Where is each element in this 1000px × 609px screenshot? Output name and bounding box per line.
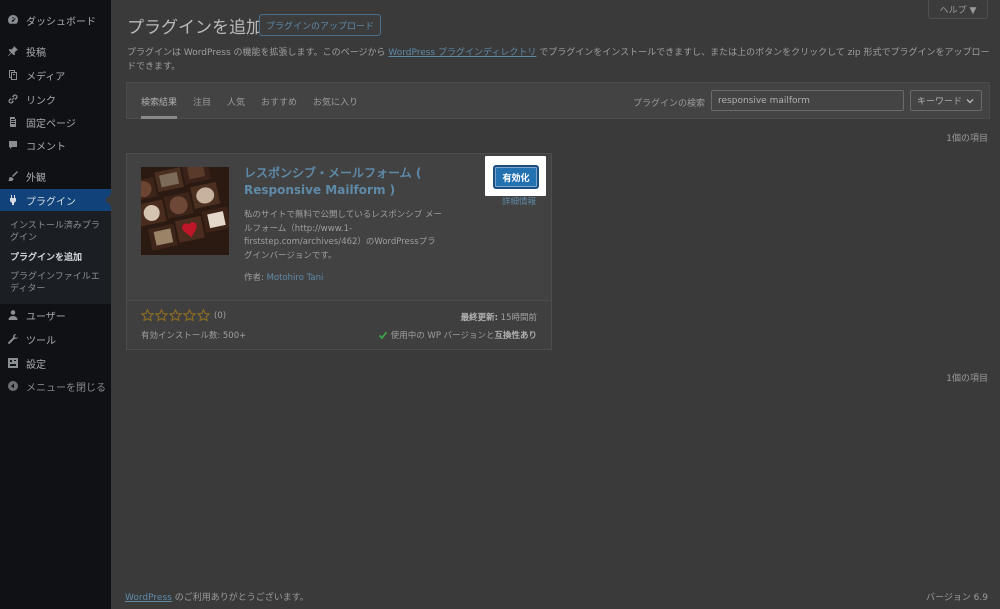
menu-label: メニューを閉じる [26,382,106,394]
submenu-installed-plugins[interactable]: インストール済みプラグイン [10,220,106,244]
last-updated-value: 15時間前 [497,313,537,323]
menu-item-media[interactable]: メディア [0,64,111,86]
plugin-icon [7,194,19,206]
plugin-author: 作者: Motohiro Tani [244,271,323,283]
menu-label: 外観 [26,172,46,184]
plugin-thumbnail [141,167,229,255]
menu-label: 設定 [26,359,46,371]
star-rating: (0) [140,308,227,322]
submenu-plugin-editor[interactable]: プラグインファイルエディター [10,271,106,295]
menu-label: ユーザー [26,311,66,323]
dashboard-icon [7,14,19,26]
collapse-icon [7,380,19,392]
author-link[interactable]: Motohiro Tani [267,273,324,283]
plugin-filter-bar: 検索結果 注目 人気 おすすめ お気に入り プラグインの検索 responsiv… [126,82,990,119]
menu-label: ダッシュボード [26,16,96,28]
menu-item-settings[interactable]: 設定 [0,352,111,374]
active-installs: 有効インストール数: 500+ [141,331,247,341]
footer-thanks: WordPress のご利用ありがとうございます。 [125,590,309,603]
menu-item-links[interactable]: リンク [0,88,111,110]
activate-button[interactable]: 有効化 [493,165,539,189]
menu-label: コメント [26,141,66,153]
compat-bold: 互換性あり [494,331,537,341]
footer-version: バージョン 6.9 [926,593,988,603]
menu-item-pages[interactable]: 固定ページ [0,111,111,133]
brush-icon [7,170,19,182]
tab-recommended[interactable]: おすすめ [261,95,297,108]
current-tab-indicator [141,116,177,119]
last-updated: 最終更新: 15時間前 [461,311,537,323]
menu-label: プラグイン [26,196,76,208]
tab-popular[interactable]: 人気 [227,95,245,108]
plugin-directory-link[interactable]: WordPress プラグインディレクトリ [388,48,536,58]
menu-item-posts[interactable]: 投稿 [0,40,111,62]
tab-favorites[interactable]: お気に入り [313,95,358,108]
page-description: プラグインは WordPress の機能を拡張します。このページから WordP… [127,46,997,74]
search-type-value: キーワード [917,97,963,107]
page-title: プラグインを追加 [127,18,263,38]
star-empty-icon [140,308,155,322]
compatibility-status: 使用中の WP バージョンと 互換性あり [378,329,537,341]
compat-text: 使用中の WP バージョンと [390,331,495,341]
wordpress-link[interactable]: WordPress [125,593,172,603]
results-count-bottom: 1個の項目 [946,374,988,384]
active-indicator [105,194,111,206]
star-empty-icon [154,308,169,322]
media-icon [7,69,19,81]
rating-count: (0) [214,310,227,321]
menu-item-dashboard[interactable]: ダッシュボード [0,9,111,31]
menu-item-users[interactable]: ユーザー [0,304,111,326]
settings-icon [7,357,19,369]
plugin-name-link[interactable]: レスポンシブ・メールフォーム ( Responsive Mailform ) [244,165,444,199]
star-empty-icon [196,308,211,322]
tab-search-results[interactable]: 検索結果 [141,95,177,108]
desc-text-before: プラグインは WordPress の機能を拡張します。このページから [127,48,389,58]
footer-thanks-text: のご利用ありがとうございます。 [171,593,309,603]
submenu-add-plugin[interactable]: プラグインを追加 [10,252,106,264]
link-icon [7,93,19,105]
tab-featured[interactable]: 注目 [193,95,211,108]
collapse-menu-button[interactable]: メニューを閉じる [0,375,111,397]
page-icon [7,116,19,128]
menu-label: メディア [26,71,66,83]
plugin-search-input[interactable]: responsive mailform [711,90,904,111]
user-icon [7,309,19,321]
plugins-submenu: インストール済みプラグイン プラグインを追加 プラグインファイルエディター [0,211,111,304]
plugin-card-footer: (0) 有効インストール数: 500+ 最終更新: 15時間前 使用中の WP … [127,300,551,349]
plugin-search-label: プラグインの検索 [633,99,706,109]
upload-plugin-button[interactable]: プラグインのアップロード [259,14,381,36]
wrench-icon [7,333,19,345]
last-updated-label: 最終更新: [460,313,498,323]
search-type-select[interactable]: キーワード [910,90,982,111]
comment-icon [7,139,19,151]
menu-label: 固定ページ [26,118,76,130]
chevron-down-icon [966,98,974,104]
admin-sidebar: ダッシュボード 投稿 メディア リンク 固定ページ コメント 外観 プラグイン … [0,0,111,609]
menu-label: リンク [26,95,56,107]
author-label: 作者: [244,273,267,283]
menu-item-tools[interactable]: ツール [0,328,111,350]
results-count-top: 1個の項目 [946,134,988,144]
menu-item-plugins[interactable]: プラグイン [0,189,111,211]
menu-item-appearance[interactable]: 外観 [0,165,111,187]
menu-item-comments[interactable]: コメント [0,134,111,156]
star-empty-icon [182,308,197,322]
menu-label: ツール [26,335,56,347]
plugin-description: 私のサイトで無料で公開しているレスポンシブ メールフォーム（http://www… [244,210,442,261]
checkmark-icon [378,331,387,340]
star-empty-icon [168,308,183,322]
menu-label: 投稿 [26,47,46,59]
more-details-link[interactable]: 詳細情報 [502,195,536,207]
pin-icon [7,45,19,57]
help-tab-button[interactable]: ヘルプ ▼ [928,0,988,19]
